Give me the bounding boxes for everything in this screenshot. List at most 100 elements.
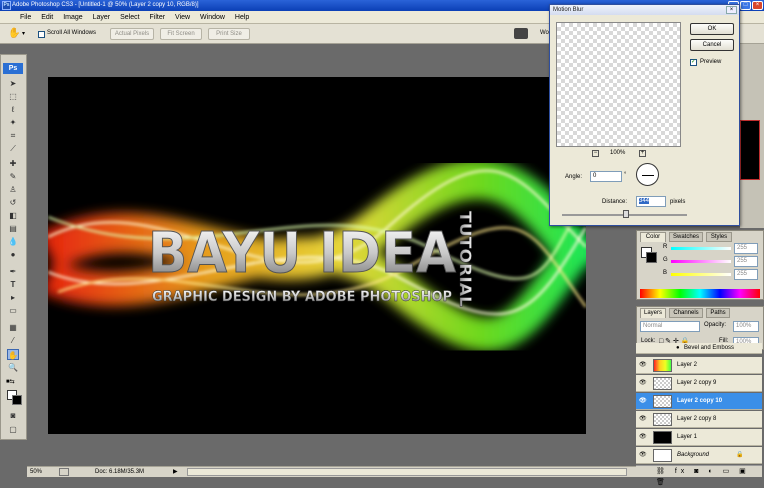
print-size-button[interactable]: Print Size — [208, 28, 250, 40]
workspace-label[interactable]: Wo — [540, 30, 549, 36]
default-colors-icon[interactable]: ■⇆ — [6, 378, 15, 385]
screen-mode-icon[interactable]: ▢ — [7, 424, 19, 435]
horizontal-scrollbar[interactable] — [187, 468, 627, 476]
status-menu-icon[interactable]: ▶ — [173, 467, 178, 477]
blur-preview[interactable] — [556, 22, 681, 147]
eye-icon[interactable]: 👁 — [639, 416, 647, 422]
menu-image[interactable]: Image — [59, 11, 86, 24]
g-label: G — [663, 257, 668, 263]
canvas-sub-text: GRAPHIC DESIGN BY ADOBE PHOTOSHOP — [152, 289, 452, 305]
menu-select[interactable]: Select — [116, 11, 143, 24]
b-slider[interactable] — [671, 273, 731, 276]
lasso-tool-icon[interactable]: ℓ — [7, 104, 19, 115]
close-button[interactable]: × — [752, 1, 763, 10]
effect-row[interactable]: ● Bevel and Emboss — [636, 343, 762, 354]
background-color-swatch[interactable] — [12, 395, 22, 405]
crop-tool-icon[interactable]: ⌗ — [7, 130, 19, 141]
g-value-field[interactable]: 255 — [734, 256, 758, 267]
bg-color-chip[interactable] — [646, 252, 657, 263]
navigator-thumbnail[interactable] — [740, 120, 760, 180]
distance-field[interactable]: 344 — [636, 196, 666, 207]
zoom-out-button[interactable]: − — [592, 150, 599, 157]
layers-footer-icons[interactable]: ⛓ fx ◙ ◐ ▭ ▣ 🗑 — [636, 465, 762, 486]
layer-row[interactable]: 👁 Background 🔒 — [636, 447, 762, 464]
ok-button[interactable]: OK — [690, 23, 734, 35]
layer-row-selected[interactable]: 👁 Layer 2 copy 10 — [636, 393, 762, 410]
blur-tool-icon[interactable]: 💧 — [7, 236, 19, 247]
move-tool-icon[interactable]: ➤ — [7, 78, 19, 89]
tab-styles[interactable]: Styles — [706, 232, 732, 242]
menu-icon[interactable] — [0, 11, 14, 24]
tab-swatches[interactable]: Swatches — [669, 232, 703, 242]
opacity-field[interactable]: 100% — [733, 321, 759, 332]
eye-icon[interactable]: 👁 — [639, 362, 647, 368]
angle-field[interactable]: 0 — [590, 171, 622, 182]
menu-file[interactable]: File — [16, 11, 35, 24]
preview-checkbox[interactable]: ✓ — [690, 59, 697, 66]
history-brush-icon[interactable]: ↺ — [7, 197, 19, 208]
path-selection-icon[interactable]: ▸ — [7, 292, 19, 303]
menu-view[interactable]: View — [171, 11, 194, 24]
doc-size: Doc: 6.18M/35.3M — [95, 469, 145, 475]
menu-layer[interactable]: Layer — [89, 11, 115, 24]
type-tool-icon[interactable]: T — [7, 279, 19, 290]
r-value-field[interactable]: 255 — [734, 243, 758, 254]
layer-row[interactable]: 👁 Layer 2 copy 9 — [636, 375, 762, 392]
notes-tool-icon[interactable]: ▦ — [7, 322, 19, 333]
layer-thumbnail — [653, 413, 672, 426]
healing-brush-icon[interactable]: ✚ — [7, 158, 19, 169]
menu-window[interactable]: Window — [196, 11, 229, 24]
layer-row[interactable]: 👁 Layer 2 copy 8 — [636, 411, 762, 428]
zoom-in-button[interactable]: + — [639, 150, 646, 157]
menu-help[interactable]: Help — [231, 11, 253, 24]
tool-preset-dropdown-icon[interactable]: ▾ — [22, 30, 25, 37]
layer-row[interactable]: 👁 Layer 2 — [636, 357, 762, 374]
brush-tool-icon[interactable]: ✎ — [7, 171, 19, 182]
b-value-field[interactable]: 255 — [734, 269, 758, 280]
zoom-level[interactable]: 50% — [30, 467, 42, 477]
magic-wand-icon[interactable]: ✦ — [7, 117, 19, 128]
dialog-close-icon[interactable]: × — [726, 6, 737, 14]
degree-symbol: ° — [624, 172, 627, 178]
angle-dial[interactable] — [636, 163, 659, 186]
g-slider[interactable] — [671, 260, 731, 263]
cancel-button[interactable]: Cancel — [690, 39, 734, 51]
scroll-all-checkbox[interactable] — [38, 31, 45, 38]
tab-color[interactable]: Color — [640, 232, 666, 242]
hand-tool-icon[interactable]: ✋ — [8, 28, 20, 40]
quick-mask-icon[interactable]: ◙ — [7, 410, 19, 421]
tab-layers[interactable]: Layers — [640, 308, 666, 318]
maximize-button[interactable]: □ — [740, 1, 751, 10]
hand-tool-selected-icon[interactable]: ✋ — [7, 349, 19, 360]
eye-icon[interactable]: 👁 — [639, 380, 647, 386]
menu-filter[interactable]: Filter — [146, 11, 170, 24]
bridge-icon[interactable] — [514, 28, 528, 39]
tab-paths[interactable]: Paths — [706, 308, 730, 318]
marquee-tool-icon[interactable]: ⬚ — [7, 91, 19, 102]
zoom-tool-icon[interactable]: 🔍 — [7, 362, 19, 373]
blend-mode-select[interactable]: Normal — [640, 321, 700, 332]
document-canvas[interactable]: BAYU IDEA GRAPHIC DESIGN BY ADOBE PHOTOS… — [48, 77, 586, 434]
distance-slider-thumb[interactable] — [623, 210, 629, 218]
layer-row[interactable]: 👁 Layer 1 — [636, 429, 762, 446]
menu-edit[interactable]: Edit — [37, 11, 57, 24]
slice-tool-icon[interactable]: ⟋ — [7, 143, 19, 154]
ps-badge[interactable]: Ps — [3, 63, 23, 74]
tab-channels[interactable]: Channels — [669, 308, 703, 318]
actual-pixels-button[interactable]: Actual Pixels — [110, 28, 154, 40]
eraser-tool-icon[interactable]: ◧ — [7, 210, 19, 221]
gradient-tool-icon[interactable]: ▤ — [7, 223, 19, 234]
eye-icon[interactable]: 👁 — [639, 452, 647, 458]
clone-stamp-icon[interactable]: ♙ — [7, 184, 19, 195]
color-spectrum-bar[interactable] — [640, 289, 760, 298]
dodge-tool-icon[interactable]: ● — [7, 249, 19, 260]
eye-icon[interactable]: 👁 — [639, 398, 647, 404]
status-icon[interactable] — [59, 468, 69, 476]
eyedropper-tool-icon[interactable]: ⁄ — [7, 335, 19, 346]
pen-tool-icon[interactable]: ✒ — [7, 266, 19, 277]
angle-label: Angle: — [565, 174, 583, 180]
shape-tool-icon[interactable]: ▭ — [7, 305, 19, 316]
eye-icon[interactable]: 👁 — [639, 434, 647, 440]
r-slider[interactable] — [671, 247, 731, 250]
fit-screen-button[interactable]: Fit Screen — [160, 28, 202, 40]
